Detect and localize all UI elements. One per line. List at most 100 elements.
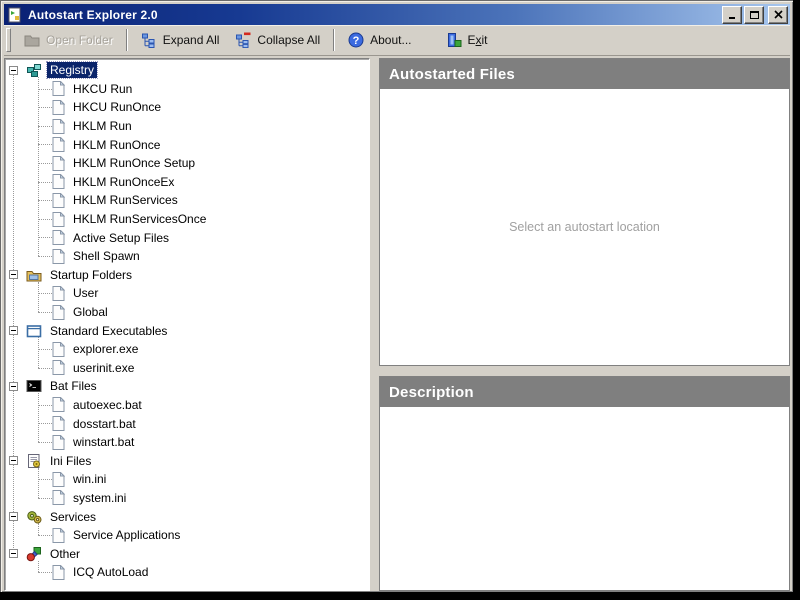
collapse-all-label: Collapse All: [257, 33, 321, 47]
tree-group-row[interactable]: Services: [5, 507, 369, 526]
tree-connector: [38, 125, 52, 127]
expand-collapse-toggle[interactable]: [9, 549, 18, 559]
autostart-tree: Registry HKCU Run HKCU RunOnce HKLM Run HKLM…: [5, 59, 369, 590]
expand-collapse-toggle[interactable]: [9, 456, 18, 466]
tree-item-row[interactable]: winstart.bat: [5, 433, 369, 452]
tree-connector: [38, 181, 52, 183]
tree-group-label[interactable]: Other: [47, 546, 83, 562]
tree-item-label[interactable]: HKLM RunOnce: [70, 137, 163, 153]
tree-group-row[interactable]: Ini Files: [5, 451, 369, 470]
description-header: Description: [380, 377, 789, 407]
page-icon: [52, 230, 65, 246]
tree-item-row[interactable]: ICQ AutoLoad: [5, 563, 369, 582]
window-frame-icon: [26, 323, 42, 339]
tree-group-label[interactable]: Registry: [45, 61, 99, 80]
close-button[interactable]: [768, 5, 788, 24]
title-bar[interactable]: Autostart Explorer 2.0: [4, 4, 790, 25]
tree-item-row[interactable]: system.ini: [5, 489, 369, 508]
about-label: About...: [370, 33, 412, 47]
registry-icon: [26, 62, 42, 78]
tree-group-label[interactable]: Services: [47, 509, 99, 525]
tree-group-label[interactable]: Ini Files: [47, 453, 94, 469]
tree-item-label[interactable]: Global: [70, 304, 111, 320]
tree-item-row[interactable]: userinit.exe: [5, 359, 369, 378]
tree-connector: [38, 423, 52, 425]
tree-item-row[interactable]: HKLM RunServices: [5, 191, 369, 210]
shapes-icon: [26, 546, 42, 562]
page-icon: [52, 174, 65, 190]
exit-button[interactable]: Exit: [438, 29, 496, 51]
vertical-splitter[interactable]: [370, 58, 379, 591]
tree-item-row[interactable]: dosstart.bat: [5, 414, 369, 433]
tree-item-label[interactable]: HKCU RunOnce: [70, 99, 164, 115]
tree-item-label[interactable]: HKLM RunServices: [70, 192, 181, 208]
tree-item-label[interactable]: ICQ AutoLoad: [70, 564, 151, 580]
open-folder-button[interactable]: Open Folder: [16, 29, 121, 51]
expand-collapse-toggle[interactable]: [9, 65, 18, 75]
tree-item-label[interactable]: Shell Spawn: [70, 248, 143, 264]
tree-item-row[interactable]: User: [5, 284, 369, 303]
expand-collapse-toggle[interactable]: [9, 381, 18, 391]
collapse-all-button[interactable]: Collapse All: [227, 29, 328, 51]
tree-item-label[interactable]: HKLM RunOnce Setup: [70, 155, 198, 171]
page-icon: [52, 118, 65, 134]
maximize-button[interactable]: [744, 5, 764, 24]
files-placeholder-text: Select an autostart location: [509, 220, 660, 234]
tree-item-row[interactable]: Active Setup Files: [5, 228, 369, 247]
tree-item-label[interactable]: HKLM RunOnceEx: [70, 174, 177, 190]
tree-item-label[interactable]: userinit.exe: [70, 360, 137, 376]
tree-item-label[interactable]: Service Applications: [70, 527, 183, 543]
tree-item-label[interactable]: autoexec.bat: [70, 397, 145, 413]
tree-item-row[interactable]: win.ini: [5, 470, 369, 489]
tree-item-row[interactable]: explorer.exe: [5, 340, 369, 359]
tree-item-label[interactable]: system.ini: [70, 490, 129, 506]
tree-item-row[interactable]: Service Applications: [5, 526, 369, 545]
tree-item-row[interactable]: Shell Spawn: [5, 247, 369, 266]
tree-connector: [38, 404, 52, 406]
expand-collapse-toggle[interactable]: [9, 270, 18, 280]
tree-group-row[interactable]: Registry: [5, 61, 369, 80]
tree-connector: [38, 88, 52, 90]
expand-collapse-toggle[interactable]: [9, 326, 18, 336]
tree-group-label[interactable]: Standard Executables: [47, 323, 170, 339]
tree-group-row[interactable]: Startup Folders: [5, 266, 369, 285]
tree-item-row[interactable]: HKLM RunOnce: [5, 135, 369, 154]
tree-group-label[interactable]: Bat Files: [47, 378, 100, 394]
tree-group-row[interactable]: Other: [5, 544, 369, 563]
tree-item-label[interactable]: explorer.exe: [70, 341, 141, 357]
tree-item-row[interactable]: HKLM RunServicesOnce: [5, 210, 369, 229]
tree-group-label[interactable]: Startup Folders: [47, 267, 135, 283]
expand-collapse-toggle[interactable]: [9, 512, 18, 522]
exit-door-icon: [446, 32, 462, 48]
page-icon: [52, 360, 65, 376]
minimize-button[interactable]: [722, 5, 742, 24]
tree-item-label[interactable]: HKCU Run: [70, 81, 135, 97]
svg-text:?: ?: [353, 35, 360, 47]
tree-item-row[interactable]: HKCU RunOnce: [5, 98, 369, 117]
about-button[interactable]: ? About...: [340, 29, 419, 51]
page-icon: [52, 211, 65, 227]
tree-item-row[interactable]: HKCU Run: [5, 80, 369, 99]
tree-item-row[interactable]: HKLM Run: [5, 117, 369, 136]
tree-item-row[interactable]: HKLM RunOnceEx: [5, 173, 369, 192]
tree-group-row[interactable]: Standard Executables: [5, 321, 369, 340]
description-body: [380, 407, 789, 590]
toolbar-grip[interactable]: [6, 28, 11, 52]
tree-item-row[interactable]: Global: [5, 303, 369, 322]
expand-all-button[interactable]: Expand All: [133, 29, 228, 51]
tree-item-label[interactable]: Active Setup Files: [70, 230, 172, 246]
tree-item-label[interactable]: HKLM Run: [70, 118, 135, 134]
tree-item-label[interactable]: winstart.bat: [70, 434, 137, 450]
autostarted-files-list[interactable]: Select an autostart location: [380, 89, 789, 365]
tree-item-label[interactable]: dosstart.bat: [70, 416, 139, 432]
tree-item-label[interactable]: HKLM RunServicesOnce: [70, 211, 209, 227]
tree-item-row[interactable]: HKLM RunOnce Setup: [5, 154, 369, 173]
main-content: Registry HKCU Run HKCU RunOnce HKLM Run HKLM…: [4, 56, 790, 591]
tree-item-row[interactable]: autoexec.bat: [5, 396, 369, 415]
autostarted-files-header: Autostarted Files: [380, 59, 789, 89]
page-icon: [52, 434, 65, 450]
tree-connector: [38, 144, 52, 146]
tree-group-row[interactable]: Bat Files: [5, 377, 369, 396]
tree-item-label[interactable]: win.ini: [70, 471, 109, 487]
tree-item-label[interactable]: User: [70, 285, 101, 301]
